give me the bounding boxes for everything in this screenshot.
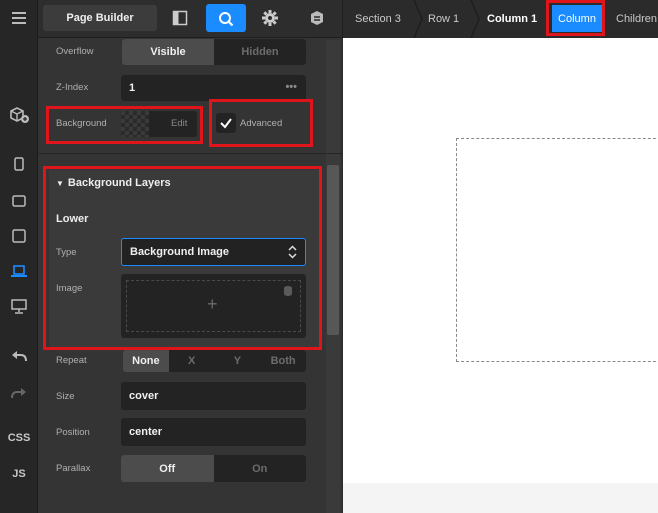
more-options-icon[interactable]: ••• (285, 81, 297, 93)
size-input[interactable]: cover (121, 382, 306, 410)
background-label: Background (56, 118, 107, 129)
js-button[interactable]: JS (0, 468, 38, 480)
breadcrumb-separator (470, 0, 480, 38)
advanced-checkbox[interactable] (216, 113, 236, 133)
gear-icon[interactable] (262, 10, 278, 29)
add-image-icon[interactable]: + (207, 294, 218, 315)
advanced-label: Advanced (240, 118, 283, 129)
breadcrumb-row[interactable]: Row 1 (428, 0, 459, 38)
checkmark-icon (220, 118, 232, 129)
repeat-x-option[interactable]: X (169, 350, 215, 372)
desktop-icon[interactable] (0, 298, 38, 314)
type-select-value: Background Image (130, 246, 230, 258)
search-button[interactable] (206, 4, 246, 32)
breadcrumb: Section 3 Row 1 Column 1 Column Children (342, 0, 658, 38)
type-label: Type (56, 247, 77, 258)
redo-icon[interactable] (0, 384, 38, 400)
repeat-both-option[interactable]: Both (260, 350, 306, 372)
overflow-hidden-option[interactable]: Hidden (214, 39, 306, 65)
breadcrumb-section[interactable]: Section 3 (355, 0, 401, 38)
section-divider (38, 153, 342, 154)
image-label: Image (56, 283, 83, 294)
shield-icon[interactable] (309, 10, 325, 29)
css-button[interactable]: CSS (0, 432, 38, 444)
overflow-toggle: Visible Hidden (122, 39, 306, 65)
parallax-toggle: Off On (121, 455, 306, 482)
laptop-icon[interactable] (0, 262, 38, 278)
tablet-landscape-icon[interactable] (0, 192, 38, 207)
background-layers-title: Background Layers (67, 177, 171, 189)
background-edit-button[interactable]: Edit (171, 118, 187, 129)
parallax-label: Parallax (56, 463, 91, 474)
background-layers-header[interactable]: ▼ Background Layers (56, 177, 171, 189)
preview-canvas[interactable] (343, 38, 658, 483)
image-picker[interactable]: + (121, 274, 306, 338)
background-control[interactable]: Edit (121, 111, 197, 137)
parallax-on-option[interactable]: On (214, 455, 307, 482)
overflow-visible-option[interactable]: Visible (122, 39, 214, 65)
breadcrumb-children[interactable]: Children (616, 0, 657, 38)
select-arrows-icon (288, 245, 297, 262)
left-rail: CSS JS (0, 0, 38, 513)
undo-icon[interactable] (0, 347, 38, 363)
breadcrumb-column-1[interactable]: Column 1 (487, 0, 537, 38)
zindex-input[interactable]: 1 ••• (121, 75, 306, 101)
hamburger-icon[interactable] (0, 9, 38, 24)
repeat-toggle: None X Y Both (123, 350, 306, 372)
parallax-off-option[interactable]: Off (121, 455, 214, 482)
type-select[interactable]: Background Image (121, 238, 306, 266)
position-label: Position (56, 427, 90, 438)
overflow-label: Overflow (56, 46, 94, 57)
builder-toolbar: Page Builder (38, 0, 342, 38)
layer-name: Lower (56, 213, 89, 225)
page-builder-title[interactable]: Page Builder (43, 5, 157, 31)
repeat-label: Repeat (56, 355, 87, 366)
repeat-none-option[interactable]: None (123, 350, 169, 372)
layout-icon[interactable] (172, 10, 188, 26)
repeat-y-option[interactable]: Y (215, 350, 261, 372)
breadcrumb-separator (413, 0, 423, 38)
breadcrumb-column-active[interactable]: Column (552, 5, 602, 32)
phone-icon[interactable] (0, 155, 38, 171)
canvas-footer (343, 483, 658, 513)
position-input[interactable]: center (121, 418, 306, 446)
column-outline[interactable] (456, 138, 658, 362)
zindex-label: Z-Index (56, 82, 89, 93)
caret-down-icon: ▼ (56, 179, 64, 188)
panel-scrollbar-thumb[interactable] (327, 165, 339, 335)
zindex-value: 1 (129, 82, 136, 94)
database-icon[interactable] (283, 285, 293, 300)
search-icon (218, 11, 234, 30)
size-label: Size (56, 391, 75, 402)
tablet-icon[interactable] (0, 227, 38, 243)
transparency-swatch[interactable] (121, 111, 149, 137)
add-element-icon[interactable] (0, 106, 38, 124)
